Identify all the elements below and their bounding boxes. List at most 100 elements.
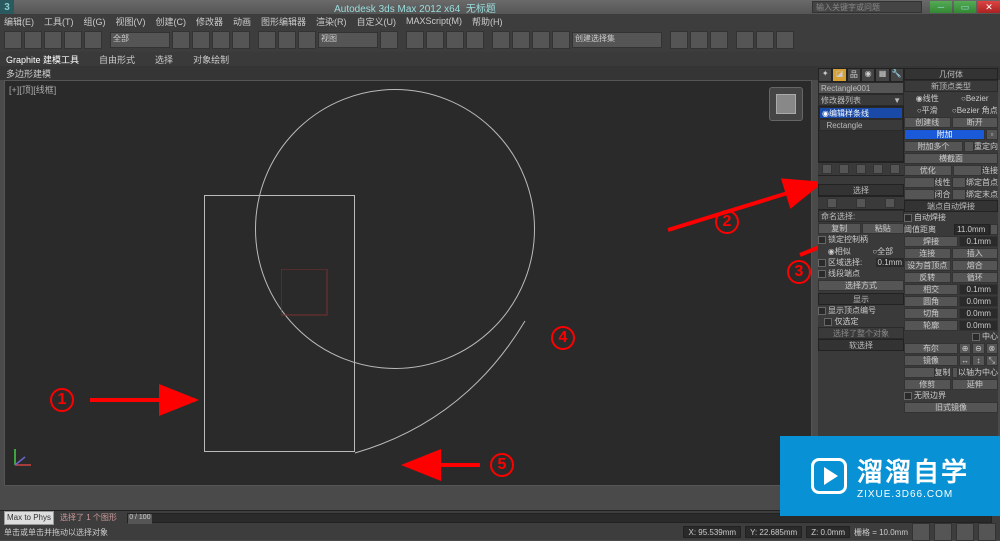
lock-handles-checkbox[interactable] xyxy=(818,236,826,244)
insert-button[interactable]: 插入 xyxy=(952,248,999,259)
pivot-button[interactable] xyxy=(380,31,398,49)
connect-checkbox[interactable] xyxy=(953,165,983,176)
coord-y[interactable]: Y: 22.685mm xyxy=(745,526,802,538)
seg-end-checkbox[interactable] xyxy=(818,270,826,278)
tab-freeform[interactable]: 自由形式 xyxy=(99,53,135,66)
menu-graph[interactable]: 图形编辑器 xyxy=(261,15,306,28)
render-button[interactable] xyxy=(776,31,794,49)
bool-union-icon[interactable]: ⊕ xyxy=(959,343,971,354)
undo-button[interactable] xyxy=(4,31,22,49)
refine-button[interactable]: 优化 xyxy=(904,165,952,176)
attach-button[interactable]: 附加 xyxy=(904,129,985,140)
selection-rollout-header[interactable]: 选择 xyxy=(818,184,904,196)
help-search-input[interactable]: 输入关键字或问题 xyxy=(812,1,922,13)
cross-ins-button[interactable]: 相交 xyxy=(904,284,958,295)
maximize-button[interactable]: ▭ xyxy=(954,1,976,13)
smooth-radio[interactable]: ○ 平滑 xyxy=(904,105,951,116)
angle-snap-button[interactable] xyxy=(426,31,444,49)
outline-input[interactable]: 0.0mm xyxy=(959,320,998,331)
menu-create[interactable]: 创建(C) xyxy=(156,15,187,28)
max-to-phys-button[interactable]: Max to Phys xyxy=(4,511,54,525)
weld-input[interactable]: 0.1mm xyxy=(959,236,998,247)
menu-group[interactable]: 组(G) xyxy=(84,15,106,28)
timeline-slider[interactable]: 0 / 100 xyxy=(128,514,152,524)
menu-views[interactable]: 视图(V) xyxy=(116,15,146,28)
move-button[interactable] xyxy=(258,31,276,49)
menu-customize[interactable]: 自定义(U) xyxy=(357,15,397,28)
tab-paint[interactable]: 对象绘制 xyxy=(193,53,229,66)
selection-filter-dropdown[interactable]: 全部 xyxy=(110,32,170,48)
pin-stack-icon[interactable] xyxy=(822,164,832,174)
chamfer-button[interactable]: 切角 xyxy=(904,308,958,319)
reorient-checkbox[interactable] xyxy=(964,141,974,152)
linear-radio[interactable]: ◉ 线性 xyxy=(904,93,951,104)
center-checkbox[interactable] xyxy=(972,333,980,341)
tab-display-icon[interactable]: ▦ xyxy=(875,68,889,82)
segment-level-icon[interactable] xyxy=(856,198,866,208)
close-button[interactable]: ✕ xyxy=(978,1,1000,13)
tab-selection[interactable]: 选择 xyxy=(155,53,173,66)
menu-render[interactable]: 渲染(R) xyxy=(316,15,347,28)
ref-coord-dropdown[interactable]: 视图 xyxy=(318,32,378,48)
mirror-v-icon[interactable]: ↕ xyxy=(972,355,984,366)
spinner-snap-button[interactable] xyxy=(466,31,484,49)
attach-settings-icon[interactable]: ▫ xyxy=(986,129,998,140)
bezier-radio[interactable]: ○ Bezier xyxy=(952,93,999,104)
tab-modify-icon[interactable]: ◪ xyxy=(832,68,846,82)
area-sel-chec 234box[interactable] xyxy=(818,259,826,267)
fillet-input[interactable]: 0.0mm xyxy=(959,296,998,307)
break-button[interactable]: 断开 xyxy=(952,117,999,128)
menu-help[interactable]: 帮助(H) xyxy=(472,15,503,28)
menu-edit[interactable]: 编辑(E) xyxy=(4,15,34,28)
configure-icon[interactable] xyxy=(890,164,900,174)
make-first-button[interactable]: 设为首顶点 xyxy=(904,260,951,271)
tab-graphite[interactable]: Graphite 建模工具 xyxy=(6,53,79,66)
connect-button[interactable]: 连接 xyxy=(904,248,951,259)
geometry-rollout-header[interactable]: 几何体 xyxy=(904,68,998,80)
auto-key-button[interactable] xyxy=(912,523,930,541)
menu-animation[interactable]: 动画 xyxy=(233,15,251,28)
vertex-level-icon[interactable] xyxy=(827,198,837,208)
select-name-button[interactable] xyxy=(192,31,210,49)
named-selection-dropdown[interactable]: 创建选择集 xyxy=(572,32,662,48)
named-sel-button[interactable] xyxy=(492,31,510,49)
schematic-button[interactable] xyxy=(690,31,708,49)
auto-weld-checkbox[interactable] xyxy=(904,214,912,222)
redo-button[interactable] xyxy=(24,31,42,49)
viewport-label[interactable]: [+][顶][线框] xyxy=(9,83,56,96)
menu-modifiers[interactable]: 修改器 xyxy=(196,15,223,28)
ribbon-panel-label[interactable]: 多边形建模 xyxy=(6,67,51,80)
paste-sel-button[interactable]: 粘贴 xyxy=(862,223,905,234)
bezier-corner-radio[interactable]: ○ Bezier 角点 xyxy=(952,105,999,116)
make-unique-icon[interactable] xyxy=(856,164,866,174)
remove-mod-icon[interactable] xyxy=(873,164,883,174)
layers-button[interactable] xyxy=(552,31,570,49)
stack-edit-spline[interactable]: ◉ 编辑样条线 xyxy=(819,107,903,119)
bind-button[interactable] xyxy=(84,31,102,49)
modifier-list-dropdown[interactable]: 修改器列表▼ xyxy=(818,94,904,106)
coord-z[interactable]: Z: 0.0mm xyxy=(806,526,850,538)
spline-level-icon[interactable] xyxy=(885,198,895,208)
show-vtx-checkbox[interactable] xyxy=(818,307,826,315)
tab-utilities-icon[interactable]: 🔧 xyxy=(890,68,904,82)
modifier-stack[interactable]: ◉ 编辑样条线 Rectangle xyxy=(818,106,904,162)
mirror-button[interactable] xyxy=(512,31,530,49)
window-crossing-button[interactable] xyxy=(232,31,250,49)
play-button[interactable] xyxy=(956,523,974,541)
tab-create-icon[interactable]: ✦ xyxy=(818,68,832,82)
coord-x[interactable]: X: 95.539mm xyxy=(683,526,741,538)
mirror-both-icon[interactable]: ⤡ xyxy=(986,355,998,366)
scale-button[interactable] xyxy=(298,31,316,49)
bool-sub-icon[interactable]: ⊖ xyxy=(972,343,984,354)
old-mirror-button[interactable]: 旧式镜像 xyxy=(904,402,998,413)
mirror-h-icon[interactable]: ↔ xyxy=(959,355,971,366)
chamfer-input[interactable]: 0.0mm xyxy=(959,308,998,319)
infinite-checkbox[interactable] xyxy=(904,392,912,400)
mirror-button2[interactable]: 镜像 xyxy=(904,355,958,366)
threshold-spinner[interactable] xyxy=(990,224,998,235)
object-name-input[interactable]: Rectangle001 xyxy=(818,82,904,94)
trim-button[interactable]: 修剪 xyxy=(904,379,951,390)
cross-ins-input[interactable]: 0.1mm xyxy=(959,284,998,295)
snap-button[interactable] xyxy=(406,31,424,49)
link-button[interactable] xyxy=(44,31,62,49)
